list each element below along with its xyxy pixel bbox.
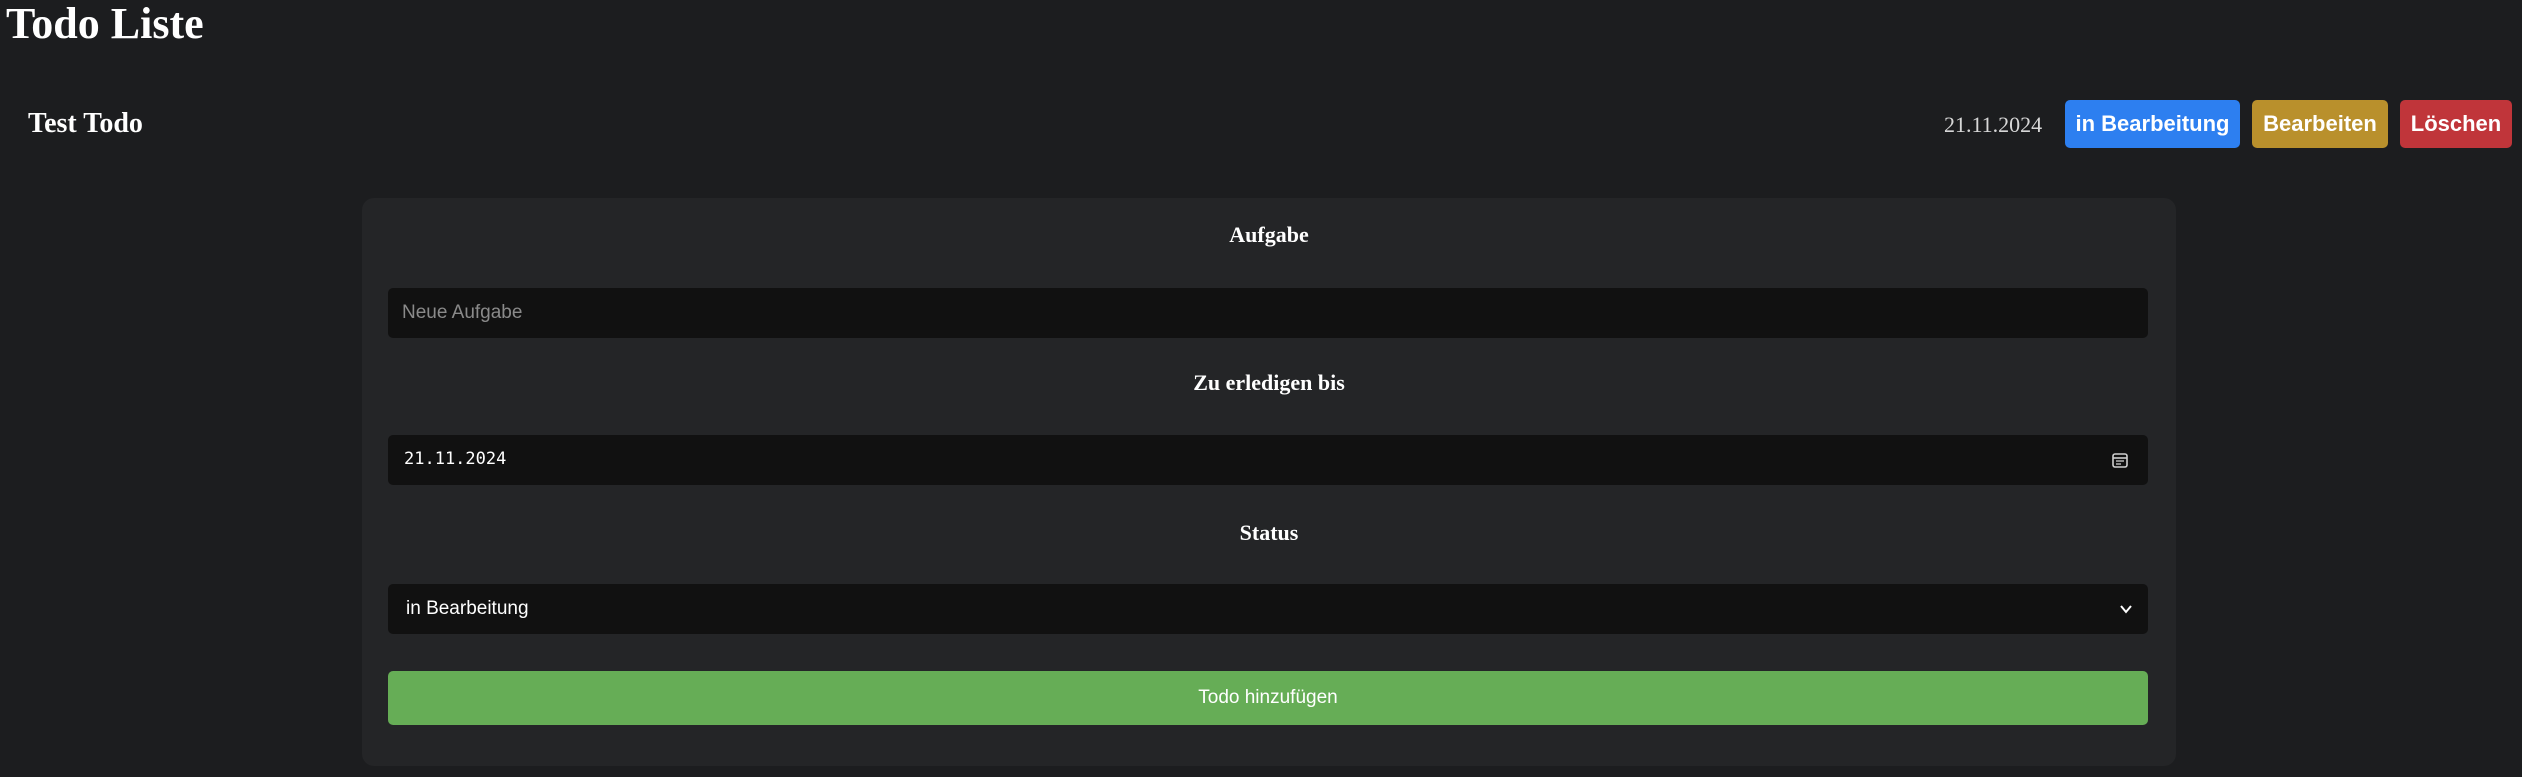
status-button[interactable]: in Bearbeitung: [2065, 100, 2240, 148]
todo-title: Test Todo: [28, 108, 143, 139]
delete-button[interactable]: Löschen: [2400, 100, 2512, 148]
task-input[interactable]: [388, 288, 2148, 338]
due-date-input[interactable]: 21.11.2024: [388, 435, 2148, 485]
calendar-icon[interactable]: [2110, 450, 2130, 470]
add-todo-form: Aufgabe Zu erledigen bis 21.11.2024 Stat…: [362, 198, 2176, 766]
status-select[interactable]: in Bearbeitung: [388, 584, 2148, 634]
status-label: Status: [1239, 520, 1299, 545]
add-todo-button[interactable]: Todo hinzufügen: [388, 671, 2148, 725]
task-field: [388, 288, 2148, 338]
todo-due-date: 21.11.2024: [1944, 112, 2043, 137]
task-label: Aufgabe: [1229, 222, 1309, 247]
status-select-value: in Bearbeitung: [406, 598, 529, 619]
page-title: Todo Liste: [6, 0, 204, 48]
due-date-label: Zu erledigen bis: [1193, 370, 1345, 395]
edit-button[interactable]: Bearbeiten: [2252, 100, 2388, 148]
chevron-down-icon: [2120, 605, 2132, 614]
todo-item: Test Todo 21.11.2024 in Bearbeitung Bear…: [28, 98, 2514, 150]
due-date-value: 21.11.2024: [404, 449, 507, 469]
